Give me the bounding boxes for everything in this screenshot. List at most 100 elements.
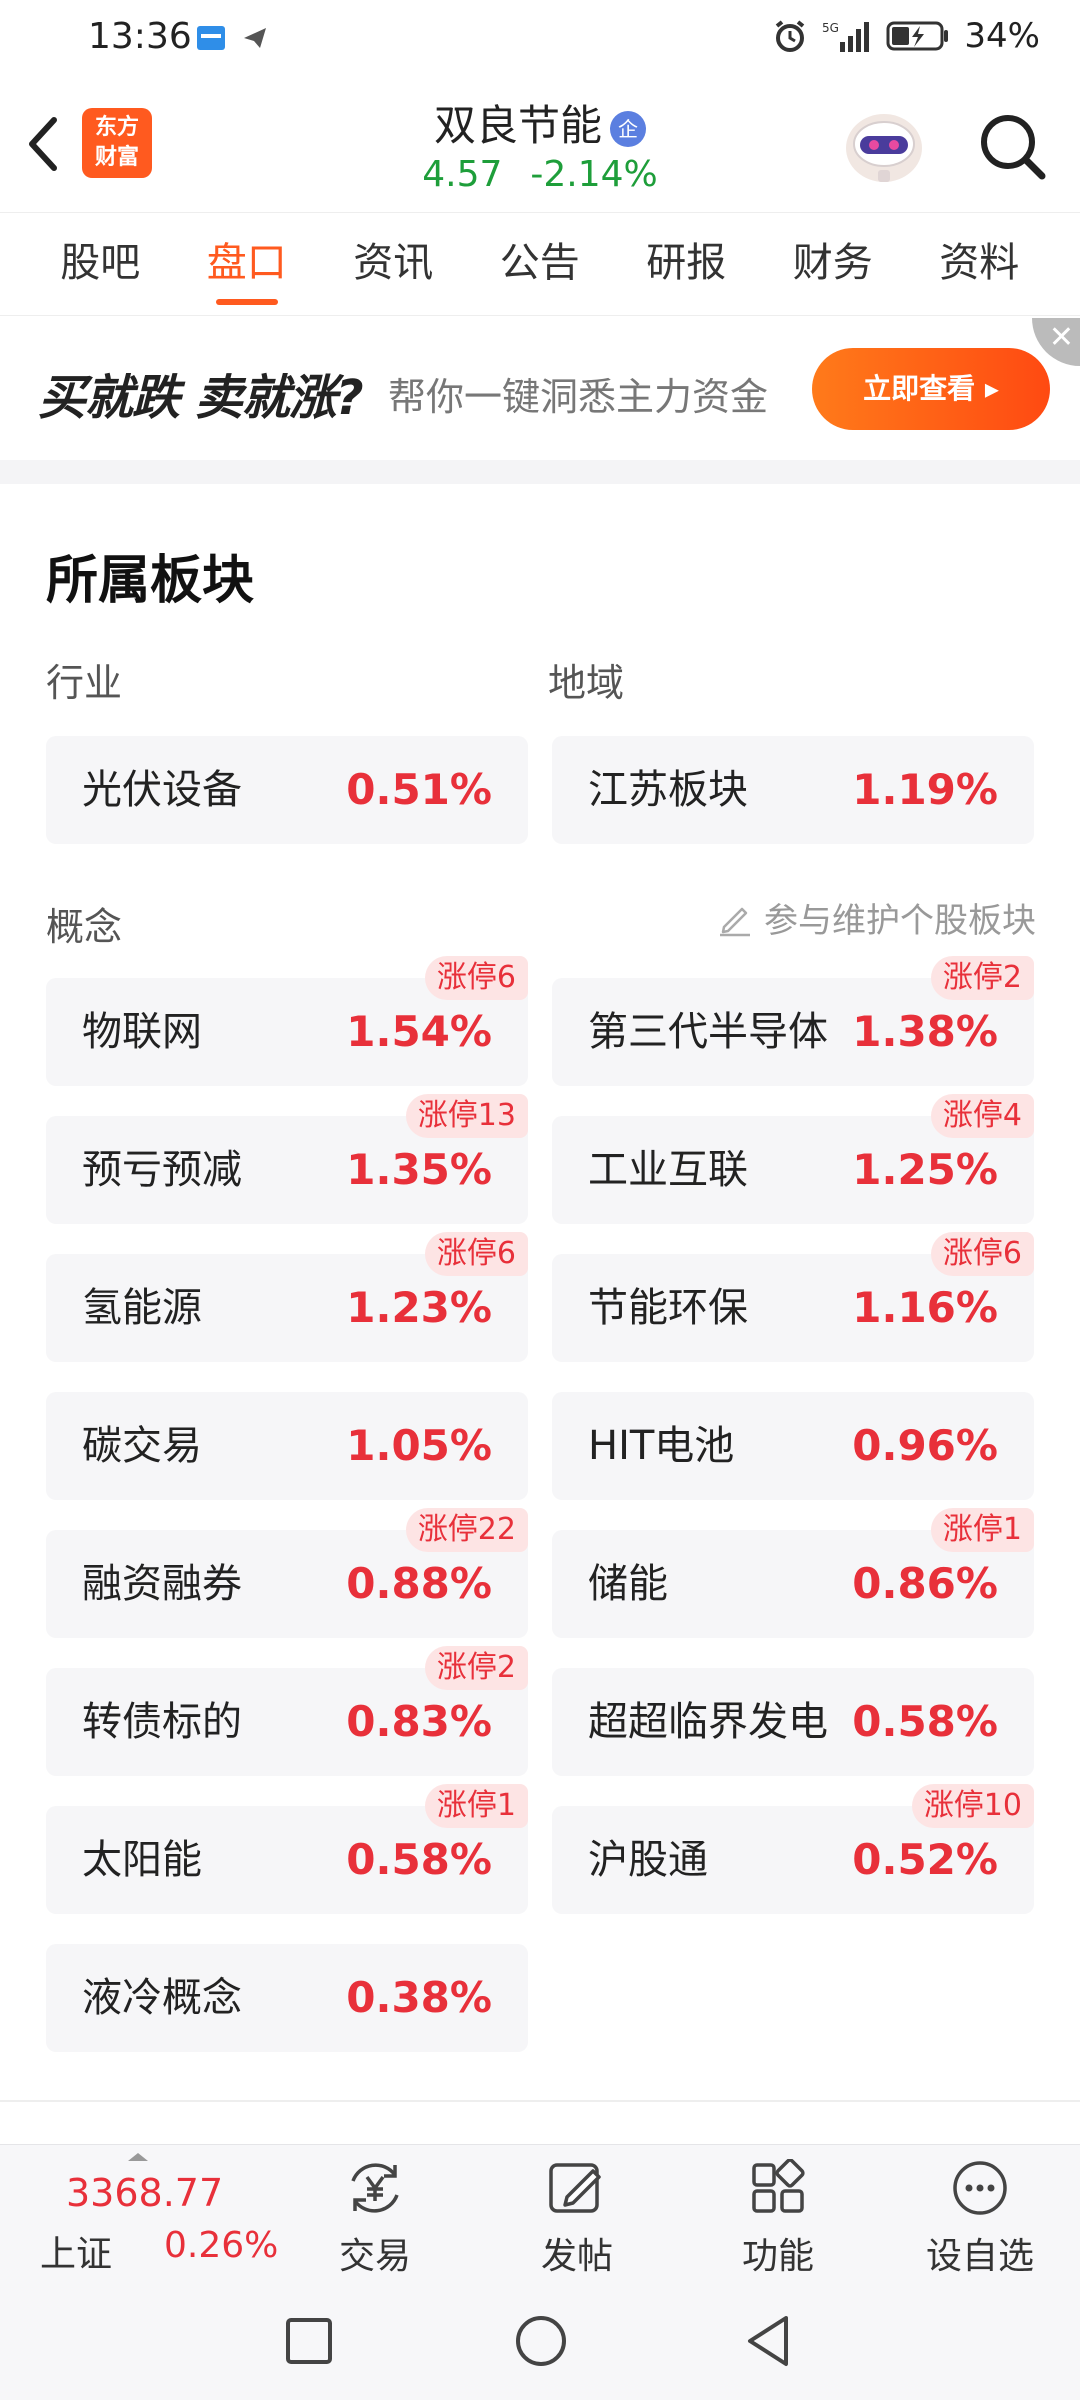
edit-pencil-icon [720, 907, 750, 936]
recent-apps-icon[interactable] [284, 2316, 334, 2366]
tab-pankou[interactable]: 盘口 [174, 213, 321, 315]
tab-announcements[interactable]: 公告 [467, 213, 614, 315]
concept-card[interactable]: 涨停2 转债标的 0.83% [46, 1646, 528, 1776]
system-nav-bar [0, 2280, 1080, 2400]
edit-icon [549, 2163, 601, 2213]
sector-change: 0.83% [346, 1697, 492, 1746]
sector-name: 沪股通 [588, 1837, 708, 1883]
stock-price: 4.57 [422, 154, 503, 195]
battery-icon [886, 21, 949, 51]
promo-banner[interactable]: 买就跌 卖就涨? 帮你一键洞悉主力资金 立即查看 ▸ ✕ [0, 318, 1080, 460]
sector-change: 0.38% [346, 1973, 492, 2022]
bottom-toolbar: 3368.77 上证 0.26% 交易 发帖 功能 设自选 [0, 2144, 1080, 2280]
sector-name: 预亏预减 [82, 1147, 242, 1193]
grid-icon [752, 2159, 805, 2213]
concept-card[interactable]: 涨停4 工业互联 1.25% [552, 1094, 1034, 1224]
tab-finance[interactable]: 财务 [760, 213, 907, 315]
sector-name: HIT电池 [588, 1423, 735, 1469]
sector-change: 1.16% [852, 1283, 998, 1332]
post-button[interactable]: 发帖 [507, 2159, 647, 2279]
back-icon[interactable] [742, 2314, 796, 2368]
concept-card[interactable]: 涨停1 太阳能 0.58% [46, 1784, 528, 1914]
sector-name: 碳交易 [82, 1423, 202, 1469]
banner-subtitle: 帮你一键洞悉主力资金 [388, 375, 769, 419]
app-notification-icon [197, 26, 225, 50]
sector-change: 1.35% [346, 1145, 492, 1194]
concept-card[interactable]: 超超临界发电 0.58% [552, 1668, 1034, 1776]
concept-card[interactable]: 涨停1 储能 0.86% [552, 1508, 1034, 1638]
concept-label: 概念 [46, 905, 123, 949]
home-icon[interactable] [514, 2314, 568, 2368]
sector-name: 超超临界发电 [588, 1699, 828, 1745]
status-bar: 13:36 5G 34% [0, 0, 1080, 78]
concept-card[interactable]: 涨停6 节能环保 1.16% [552, 1232, 1034, 1362]
region-card[interactable]: 江苏板块 1.19% [552, 736, 1034, 844]
sector-change: 0.58% [346, 1835, 492, 1884]
sector-change: 1.23% [346, 1283, 492, 1332]
sector-change: 1.05% [346, 1421, 492, 1470]
sector-name: 氢能源 [82, 1285, 202, 1331]
index-name[interactable]: 上证 [40, 2225, 112, 2277]
add-watchlist-label: 设自选 [925, 2236, 1034, 2277]
sector-name: 光伏设备 [82, 767, 242, 813]
enterprise-badge: 企 [610, 110, 646, 147]
close-icon[interactable]: ✕ [1032, 318, 1080, 366]
tab-research[interactable]: 研报 [613, 213, 760, 315]
status-right: 5G 34% [772, 16, 1040, 56]
sector-change: 0.96% [852, 1421, 998, 1470]
functions-button[interactable]: 功能 [708, 2159, 848, 2279]
banner-title: 买就跌 卖就涨? [38, 370, 364, 426]
tab-news[interactable]: 资讯 [320, 213, 467, 315]
industry-card[interactable]: 光伏设备 0.51% [46, 736, 528, 844]
sector-name: 节能环保 [588, 1285, 748, 1331]
concept-card[interactable]: 涨停22 融资融券 0.88% [46, 1508, 528, 1638]
sector-change: 0.51% [346, 765, 492, 814]
view-now-button[interactable]: 立即查看 ▸ [812, 348, 1050, 430]
sector-change: 1.38% [852, 1007, 998, 1056]
svg-text:5G: 5G [822, 21, 839, 35]
tab-guba[interactable]: 股吧 [27, 213, 174, 315]
sector-change: 1.54% [346, 1007, 492, 1056]
sector-change: 0.58% [852, 1697, 998, 1746]
index-change[interactable]: 0.26% [164, 2225, 278, 2266]
add-watchlist-button[interactable]: 设自选 [910, 2159, 1050, 2279]
yuan-exchange-icon [351, 2163, 399, 2213]
sector-name: 转债标的 [82, 1699, 242, 1745]
sector-change: 0.88% [346, 1559, 492, 1608]
concept-card[interactable]: 涨停13 预亏预减 1.35% [46, 1094, 528, 1224]
battery-percent: 34% [964, 16, 1040, 56]
concept-card[interactable]: 碳交易 1.05% [46, 1392, 528, 1500]
stock-header: 东方 财富 双良节能企 4.57 -2.14% [0, 78, 1080, 210]
concept-card[interactable]: 涨停6 物联网 1.54% [46, 956, 528, 1086]
sector-change: 1.19% [852, 765, 998, 814]
sector-name: 江苏板块 [588, 767, 748, 813]
concept-card[interactable]: 涨停2 第三代半导体 1.38% [552, 956, 1034, 1086]
send-notification-icon [244, 28, 266, 48]
stock-name: 双良节能 [433, 101, 602, 150]
sector-change: 0.52% [852, 1835, 998, 1884]
robot-assistant-icon[interactable] [838, 106, 930, 186]
industry-label: 行业 [46, 661, 123, 705]
tab-profile[interactable]: 资料 [906, 213, 1053, 315]
sector-name: 融资融券 [82, 1561, 242, 1607]
concept-card[interactable]: 液冷概念 0.38% [46, 1944, 528, 2052]
search-icon[interactable] [978, 112, 1048, 182]
sector-name: 第三代半导体 [588, 1009, 828, 1055]
concept-card[interactable]: 涨停10 沪股通 0.52% [552, 1784, 1034, 1914]
sector-name: 液冷概念 [82, 1975, 242, 2021]
concept-card[interactable]: 涨停6 氢能源 1.23% [46, 1232, 528, 1362]
alarm-icon [776, 20, 805, 52]
index-value[interactable]: 3368.77 [66, 2171, 223, 2215]
trade-button[interactable]: 交易 [305, 2159, 445, 2279]
caret-up-icon[interactable] [128, 2153, 148, 2161]
concept-card[interactable]: HIT电池 0.96% [552, 1392, 1034, 1500]
sector-name: 储能 [588, 1561, 668, 1607]
functions-label: 功能 [741, 2236, 814, 2277]
section-divider [0, 460, 1080, 484]
stock-change: -2.14% [530, 154, 658, 195]
post-label: 发帖 [540, 2236, 613, 2277]
more-icon [953, 2161, 1007, 2215]
trade-label: 交易 [338, 2236, 411, 2277]
maintain-sectors-link[interactable]: 参与维护个股板块 [716, 893, 1036, 942]
sector-name: 太阳能 [82, 1837, 202, 1883]
